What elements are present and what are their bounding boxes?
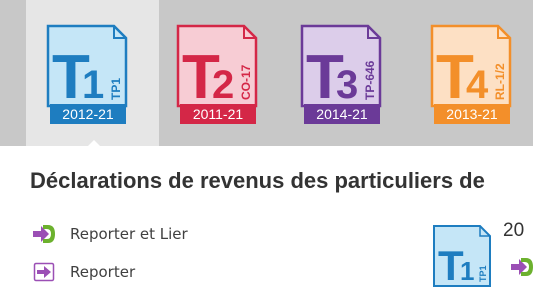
provincial-form-code: TP1 — [109, 78, 123, 100]
form-number: 3 — [336, 63, 358, 107]
form-number: 1 — [460, 256, 474, 286]
carry-forward-and-link-label: Reporter et Lier — [70, 225, 188, 243]
carry-forward-link-icon[interactable] — [510, 256, 533, 278]
carry-forward-icon — [33, 262, 55, 282]
tile-t2[interactable]: T 2 CO-17 2011-21 — [156, 14, 260, 126]
tile-year-label: 2013-21 — [434, 104, 510, 124]
provincial-form-code: TP-646 — [363, 60, 377, 100]
tile-t3[interactable]: T 3 TP-646 2014-21 — [280, 14, 384, 126]
return-year-partial: 20 — [503, 220, 525, 241]
carry-forward-and-link-button[interactable]: Reporter et Lier — [32, 222, 188, 246]
section-title: Déclarations de revenus des particuliers… — [30, 168, 485, 193]
form-number: 4 — [466, 63, 489, 107]
tile-year-label: 2014-21 — [304, 104, 380, 124]
tile-t1[interactable]: T 1 TP1 2012-21 — [26, 14, 130, 126]
carry-forward-label: Reporter — [70, 263, 136, 281]
provincial-form-code: TP1 — [478, 265, 488, 282]
tile-year-label: 2011-21 — [180, 104, 256, 124]
form-number: 2 — [212, 63, 234, 107]
provincial-form-code: CO-17 — [239, 64, 253, 100]
t1-form-icon: T1 TP1 — [433, 225, 491, 289]
carry-forward-link-icon — [33, 225, 55, 243]
provincial-form-code: RL-1/2 — [493, 63, 507, 100]
tile-t4[interactable]: T 4 RL-1/2 2013-21 — [410, 14, 514, 126]
tile-year-label: 2012-21 — [50, 104, 126, 124]
form-number: 1 — [82, 63, 104, 107]
selected-tile-pointer — [86, 140, 102, 148]
carry-forward-button[interactable]: Reporter — [32, 260, 135, 284]
